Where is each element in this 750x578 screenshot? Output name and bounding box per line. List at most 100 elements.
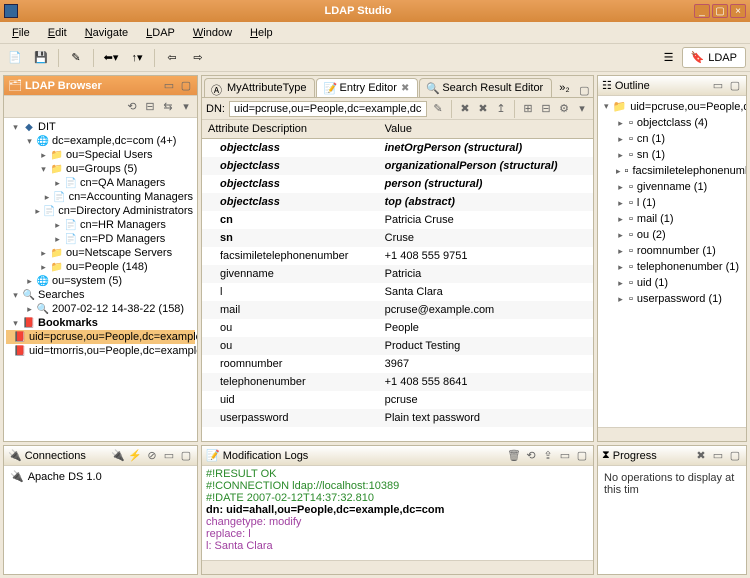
tree-node[interactable]: ▸📄cn=Directory Administrators <box>6 204 195 218</box>
outline-item[interactable]: ▸▫givenname (1) <box>600 179 744 195</box>
expander-icon[interactable]: ▸ <box>616 246 625 257</box>
expander-icon[interactable]: ▸ <box>616 214 625 225</box>
delete-entry-icon[interactable]: ✖ <box>458 102 472 116</box>
expander-icon[interactable]: ▸ <box>25 276 34 287</box>
expander-icon[interactable]: ▾ <box>25 136 34 147</box>
table-row[interactable]: uidpcruse <box>202 391 593 409</box>
outline-item[interactable]: ▸▫telephonenumber (1) <box>600 259 744 275</box>
table-row[interactable]: objectclasstop (abstract) <box>202 193 593 211</box>
view-menu-icon[interactable]: ▾ <box>575 102 589 116</box>
menu-window[interactable]: Window <box>185 25 240 41</box>
table-row[interactable]: objectclassperson (structural) <box>202 175 593 193</box>
max-icon[interactable]: ▢ <box>179 449 193 463</box>
outline-item[interactable]: ▸▫objectclass (4) <box>600 115 744 131</box>
table-row[interactable]: ouPeople <box>202 319 593 337</box>
table-row[interactable]: roomnumber3967 <box>202 355 593 373</box>
expander-icon[interactable]: ▸ <box>616 198 625 209</box>
maximize-button[interactable]: ▢ <box>712 4 728 18</box>
menu-icon[interactable]: ▾ <box>179 100 193 114</box>
maximize-icon[interactable]: ▢ <box>179 79 193 93</box>
tab-close-icon[interactable]: ✖ <box>401 83 409 94</box>
max-icon[interactable]: ▢ <box>575 449 589 463</box>
table-row[interactable]: snCruse <box>202 229 593 247</box>
new-button[interactable]: 📄 <box>4 47 26 69</box>
min-icon[interactable]: ▭ <box>162 449 176 463</box>
minimize-icon[interactable]: ▭ <box>162 79 176 93</box>
connection-item[interactable]: 🔌Apache DS 1.0 <box>6 468 195 485</box>
tree-node[interactable]: ▸🌐ou=system (5) <box>6 274 195 288</box>
expander-icon[interactable]: ▸ <box>44 192 51 203</box>
editor-tab[interactable]: 🔍Search Result Editor <box>419 78 552 97</box>
nav-up-icon[interactable]: ↥ <box>494 102 508 116</box>
outline-item[interactable]: ▸▫ou (2) <box>600 227 744 243</box>
outline-item[interactable]: ▸▫sn (1) <box>600 147 744 163</box>
expander-icon[interactable]: ▾ <box>11 318 20 329</box>
outline-item[interactable]: ▸▫userpassword (1) <box>600 291 744 307</box>
history-back-button[interactable]: ⬅▾ <box>100 47 122 69</box>
up-button[interactable]: ↑▾ <box>126 47 148 69</box>
table-row[interactable]: telephonenumber+1 408 555 8641 <box>202 373 593 391</box>
tree-node[interactable]: 📕uid=tmorris,ou=People,dc=example <box>6 344 195 358</box>
expander-icon[interactable]: ▾ <box>604 101 609 112</box>
outline-item[interactable]: ▸▫roomnumber (1) <box>600 243 744 259</box>
close-connection-icon[interactable]: ⊘ <box>145 449 159 463</box>
modlog-body[interactable]: #!RESULT OK#!CONNECTION ldap://localhost… <box>202 466 593 560</box>
refresh-icon[interactable]: ⟲ <box>125 100 139 114</box>
expander-icon[interactable]: ▸ <box>616 294 625 305</box>
connections-list[interactable]: 🔌Apache DS 1.0 <box>4 466 197 574</box>
outline-tree[interactable]: ▾📁uid=pcruse,ou=People,dc=ex▸▫objectclas… <box>598 96 746 427</box>
expander-icon[interactable]: ▾ <box>11 122 20 133</box>
forward-button[interactable]: ⇨ <box>187 47 209 69</box>
outline-item[interactable]: ▸▫cn (1) <box>600 131 744 147</box>
tree-node[interactable]: ▾◆DIT <box>6 120 195 134</box>
tree-node[interactable]: ▸📁ou=People (148) <box>6 260 195 274</box>
expander-icon[interactable]: ▸ <box>616 230 625 241</box>
modlog-export-icon[interactable]: ⇪ <box>541 449 555 463</box>
menu-ldap[interactable]: LDAP <box>138 25 183 41</box>
close-button[interactable]: × <box>730 4 746 18</box>
editor-tab[interactable]: ⒶMyAttributeType <box>204 78 315 97</box>
expander-icon[interactable]: ▸ <box>53 220 62 231</box>
editor-tab[interactable]: 📝Entry Editor✖ <box>316 78 418 97</box>
progress-stop-icon[interactable]: ✖ <box>694 449 708 463</box>
menu-edit[interactable]: Edit <box>40 25 75 41</box>
table-row[interactable]: mailpcruse@example.com <box>202 301 593 319</box>
expander-icon[interactable]: ▸ <box>616 182 625 193</box>
min-icon[interactable]: ▭ <box>711 79 725 93</box>
menu-help[interactable]: Help <box>242 25 281 41</box>
tree-node[interactable]: ▸📄cn=QA Managers <box>6 176 195 190</box>
tree-node[interactable]: ▸🔍2007-02-12 14-38-22 (158) <box>6 302 195 316</box>
tab-overflow[interactable]: »₂ <box>553 79 575 97</box>
dn-edit-icon[interactable]: ✎ <box>431 102 445 116</box>
tree-node[interactable]: 📕uid=pcruse,ou=People,dc=example <box>6 330 195 344</box>
max-icon[interactable]: ▢ <box>728 449 742 463</box>
col-value[interactable]: Value <box>379 120 593 139</box>
attribute-table[interactable]: Attribute Description Value objectclassi… <box>202 120 593 441</box>
tree-node[interactable]: ▾📕Bookmarks <box>6 316 195 330</box>
expander-icon[interactable]: ▸ <box>53 178 62 189</box>
max-icon[interactable]: ▢ <box>728 79 742 93</box>
expander-icon[interactable]: ▸ <box>616 166 621 177</box>
table-row[interactable]: facsimiletelephonenumber+1 408 555 9751 <box>202 247 593 265</box>
ldap-browser-tree[interactable]: ▾◆DIT▾🌐dc=example,dc=com (4+)▸📁ou=Specia… <box>4 118 197 441</box>
modlog-refresh-icon[interactable]: ⟲ <box>524 449 538 463</box>
menu-file[interactable]: File <box>4 25 38 41</box>
table-row[interactable]: objectclassorganizationalPerson (structu… <box>202 157 593 175</box>
delete-value-icon[interactable]: ✖ <box>476 102 490 116</box>
expander-icon[interactable]: ▸ <box>39 248 48 259</box>
tree-node[interactable]: ▸📄cn=Accounting Managers <box>6 190 195 204</box>
tree-node[interactable]: ▸📄cn=PD Managers <box>6 232 195 246</box>
menu-navigate[interactable]: Navigate <box>77 25 136 41</box>
editor-maximize-icon[interactable]: ▢ <box>578 83 591 97</box>
expand-all-icon[interactable]: ⊞ <box>521 102 535 116</box>
outline-item[interactable]: ▸▫l (1) <box>600 195 744 211</box>
tree-node[interactable]: ▸📄cn=HR Managers <box>6 218 195 232</box>
outline-item[interactable]: ▸▫mail (1) <box>600 211 744 227</box>
dn-input[interactable] <box>229 101 427 117</box>
min-icon[interactable]: ▭ <box>558 449 572 463</box>
min-icon[interactable]: ▭ <box>711 449 725 463</box>
table-row[interactable]: lSanta Clara <box>202 283 593 301</box>
expander-icon[interactable]: ▸ <box>35 206 40 217</box>
expander-icon[interactable]: ▸ <box>616 262 625 273</box>
table-row[interactable]: givennamePatricia <box>202 265 593 283</box>
